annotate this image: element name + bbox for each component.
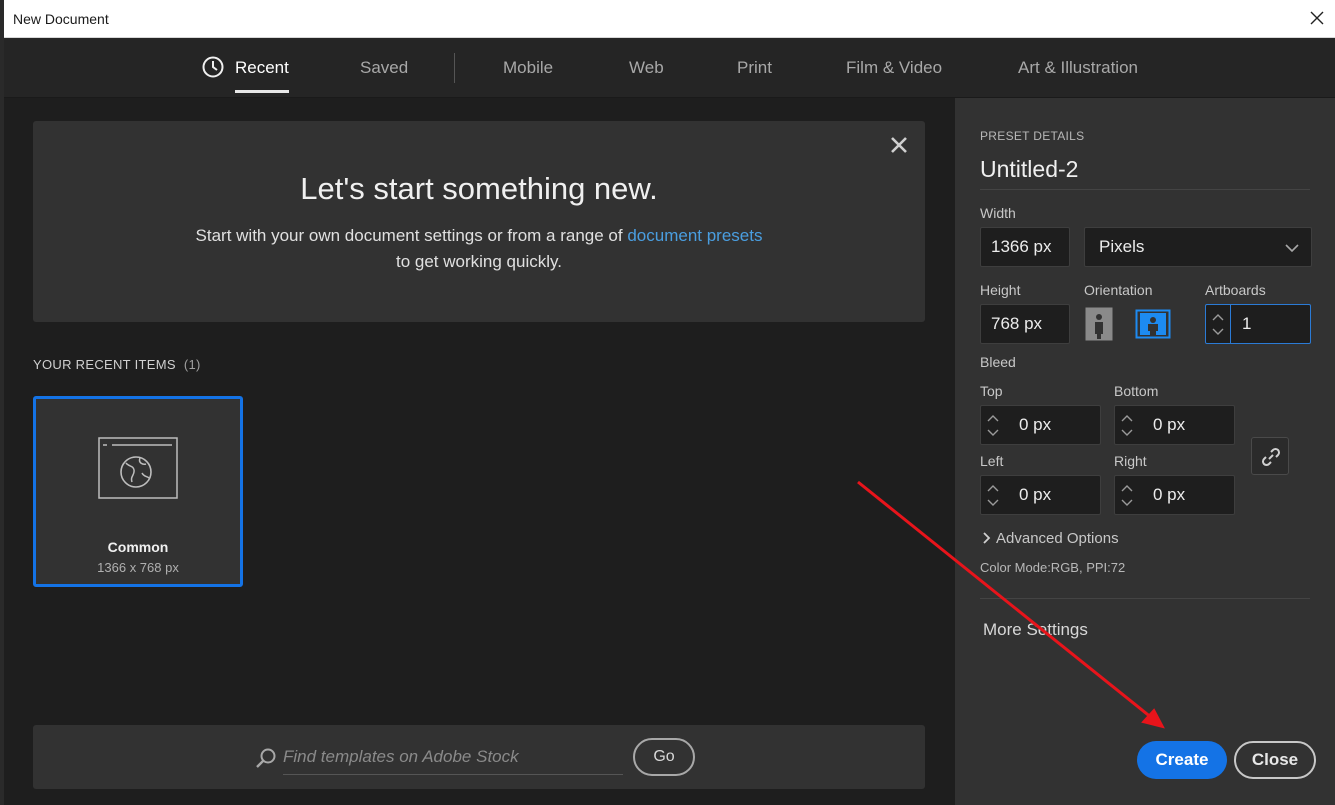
new-document-dialog: New Document Recent Saved Mobile Web Pri… (0, 0, 1335, 805)
tab-divider (454, 53, 455, 83)
height-label: Height (980, 282, 1021, 298)
tab-print[interactable]: Print (737, 58, 772, 78)
bleed-top-label: Top (980, 383, 1003, 399)
advanced-options-toggle[interactable]: Advanced Options (983, 530, 1119, 547)
artboards-value: 1 (1242, 314, 1252, 333)
bleed-bottom-label: Bottom (1114, 383, 1159, 399)
recent-items-heading: YOUR RECENT ITEMS (1) (33, 357, 201, 372)
chevron-down-icon (1285, 244, 1299, 253)
tab-film-video[interactable]: Film & Video (846, 58, 942, 78)
bleed-right-value: 0 px (1153, 485, 1186, 504)
chevron-up-icon[interactable] (1121, 414, 1133, 422)
chevron-down-icon[interactable] (1121, 429, 1133, 437)
chevron-up-icon[interactable] (987, 484, 999, 492)
go-button[interactable]: Go (633, 738, 695, 776)
width-input[interactable]: 1366 px (980, 227, 1070, 267)
bleed-left-label: Left (980, 453, 1004, 469)
tab-recent[interactable]: Recent (202, 56, 289, 93)
clock-icon (202, 56, 224, 78)
preset-details-panel: PRESET DETAILS Untitled-2 Width 1366 px … (955, 98, 1335, 805)
more-settings-link[interactable]: More Settings (983, 620, 1088, 640)
chevron-up-icon[interactable] (987, 414, 999, 422)
tab-saved[interactable]: Saved (360, 58, 408, 78)
bleed-left-value: 0 px (1019, 485, 1052, 504)
recent-item-card[interactable]: Common 1366 x 768 px (33, 396, 243, 587)
bleed-bottom-value: 0 px (1153, 415, 1186, 434)
landscape-orientation-icon[interactable] (1135, 307, 1171, 341)
welcome-text: Start with your own document settings or… (33, 223, 925, 275)
chevron-up-icon[interactable] (1212, 313, 1224, 321)
stock-search-input[interactable] (283, 739, 623, 775)
chevron-down-icon[interactable] (1212, 328, 1224, 336)
create-button[interactable]: Create (1137, 741, 1227, 779)
chevron-down-icon[interactable] (987, 429, 999, 437)
bleed-right-stepper[interactable] (1114, 475, 1140, 515)
advanced-options-label: Advanced Options (996, 530, 1119, 547)
stock-search-bar: Go (33, 725, 925, 789)
bleed-left-stepper[interactable] (980, 475, 1006, 515)
bleed-bottom-stepper[interactable] (1114, 405, 1140, 445)
recent-items-count: (1) (183, 357, 201, 372)
chevron-down-icon[interactable] (987, 499, 999, 507)
color-mode-summary: Color Mode:RGB, PPI:72 (980, 560, 1126, 575)
banner-close-icon[interactable] (889, 135, 909, 155)
welcome-banner: Let's start something new. Start with yo… (33, 121, 925, 322)
tab-recent-label: Recent (235, 58, 289, 77)
bleed-right-label: Right (1114, 453, 1147, 469)
close-button[interactable]: Close (1234, 741, 1316, 779)
bleed-top-stepper[interactable] (980, 405, 1006, 445)
artboards-label: Artboards (1205, 282, 1266, 298)
width-label: Width (980, 205, 1016, 221)
tab-web[interactable]: Web (629, 58, 664, 78)
welcome-text-line2: to get working quickly. (396, 252, 562, 271)
orientation-label: Orientation (1084, 282, 1153, 298)
bleed-label: Bleed (980, 354, 1016, 370)
title-bar: New Document (4, 0, 1335, 38)
tab-art-illustration[interactable]: Art & Illustration (1018, 58, 1138, 78)
recent-item-size: 1366 x 768 px (97, 560, 179, 575)
search-icon (256, 748, 276, 768)
welcome-heading: Let's start something new. (300, 171, 658, 206)
recent-items-label: YOUR RECENT ITEMS (33, 357, 176, 372)
chevron-up-icon[interactable] (1121, 484, 1133, 492)
chevron-right-icon (983, 532, 991, 544)
panel-divider (980, 598, 1310, 599)
bleed-top-value: 0 px (1019, 415, 1052, 434)
document-name-field[interactable]: Untitled-2 (980, 156, 1310, 190)
preset-details-title: PRESET DETAILS (980, 129, 1085, 143)
welcome-text-prefix: Start with your own document settings or… (195, 226, 628, 245)
web-document-icon (98, 437, 178, 499)
units-value: Pixels (1099, 237, 1145, 256)
window-close-icon[interactable] (1305, 6, 1329, 30)
link-bleed-button[interactable] (1251, 437, 1289, 475)
active-tab-underline (235, 90, 289, 93)
main-content: Let's start something new. Start with yo… (4, 98, 955, 805)
category-tabs: Recent Saved Mobile Web Print Film & Vid… (4, 38, 1335, 98)
artboards-stepper[interactable] (1205, 304, 1231, 344)
portrait-orientation-icon[interactable] (1085, 307, 1113, 341)
window-title: New Document (13, 11, 109, 27)
height-input[interactable]: 768 px (980, 304, 1070, 344)
recent-item-name: Common (107, 539, 169, 555)
document-presets-link[interactable]: document presets (627, 226, 762, 245)
units-select[interactable]: Pixels (1084, 227, 1312, 267)
chevron-down-icon[interactable] (1121, 499, 1133, 507)
link-icon (1261, 447, 1281, 467)
tab-mobile[interactable]: Mobile (503, 58, 553, 78)
